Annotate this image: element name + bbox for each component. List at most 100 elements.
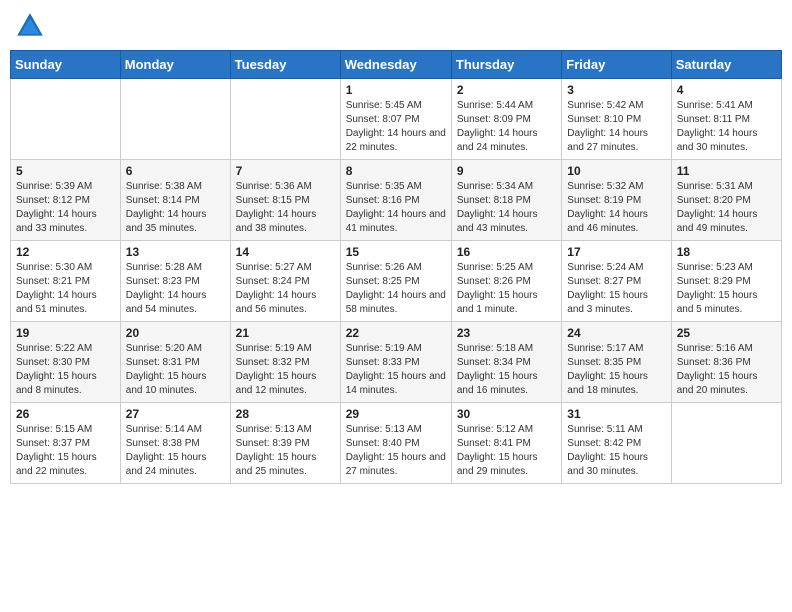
day-info: Sunrise: 5:44 AM Sunset: 8:09 PM Dayligh…: [457, 99, 556, 155]
day-number: 11: [677, 164, 776, 178]
day-header-tuesday: Tuesday: [230, 51, 340, 79]
calendar-table: SundayMondayTuesdayWednesdayThursdayFrid…: [10, 50, 782, 484]
calendar-cell: 26 Sunrise: 5:15 AM Sunset: 8:37 PM Dayli…: [11, 403, 121, 484]
calendar-cell: 3 Sunrise: 5:42 AM Sunset: 8:10 PM Daylig…: [562, 79, 671, 160]
day-info: Sunrise: 5:36 AM Sunset: 8:15 PM Dayligh…: [236, 180, 335, 236]
calendar-cell: 5 Sunrise: 5:39 AM Sunset: 8:12 PM Daylig…: [11, 160, 121, 241]
day-info: Sunrise: 5:28 AM Sunset: 8:23 PM Dayligh…: [126, 261, 225, 317]
day-number: 26: [16, 407, 115, 421]
day-info: Sunrise: 5:16 AM Sunset: 8:36 PM Dayligh…: [677, 342, 776, 398]
day-number: 17: [567, 245, 665, 259]
day-header-monday: Monday: [120, 51, 230, 79]
day-info: Sunrise: 5:19 AM Sunset: 8:33 PM Dayligh…: [346, 342, 446, 398]
day-info: Sunrise: 5:24 AM Sunset: 8:27 PM Dayligh…: [567, 261, 665, 317]
calendar-cell: 29 Sunrise: 5:13 AM Sunset: 8:40 PM Dayli…: [340, 403, 451, 484]
day-info: Sunrise: 5:32 AM Sunset: 8:19 PM Dayligh…: [567, 180, 665, 236]
day-info: Sunrise: 5:41 AM Sunset: 8:11 PM Dayligh…: [677, 99, 776, 155]
day-info: Sunrise: 5:19 AM Sunset: 8:32 PM Dayligh…: [236, 342, 335, 398]
calendar-header-row: SundayMondayTuesdayWednesdayThursdayFrid…: [11, 51, 782, 79]
calendar-cell: [11, 79, 121, 160]
calendar-cell: 17 Sunrise: 5:24 AM Sunset: 8:27 PM Dayli…: [562, 241, 671, 322]
calendar-cell: 9 Sunrise: 5:34 AM Sunset: 8:18 PM Daylig…: [451, 160, 561, 241]
day-info: Sunrise: 5:34 AM Sunset: 8:18 PM Dayligh…: [457, 180, 556, 236]
day-info: Sunrise: 5:30 AM Sunset: 8:21 PM Dayligh…: [16, 261, 115, 317]
day-number: 30: [457, 407, 556, 421]
calendar-week-row: 26 Sunrise: 5:15 AM Sunset: 8:37 PM Dayli…: [11, 403, 782, 484]
calendar-cell: 10Sunrise: 5:32 AM Sunset: 8:19 PM Dayli…: [562, 160, 671, 241]
day-number: 8: [346, 164, 446, 178]
day-number: 16: [457, 245, 556, 259]
day-header-friday: Friday: [562, 51, 671, 79]
day-info: Sunrise: 5:23 AM Sunset: 8:29 PM Dayligh…: [677, 261, 776, 317]
day-number: 20: [126, 326, 225, 340]
calendar-cell: 23 Sunrise: 5:18 AM Sunset: 8:34 PM Dayli…: [451, 322, 561, 403]
page-header: [10, 10, 782, 42]
day-number: 15: [346, 245, 446, 259]
calendar-cell: 25 Sunrise: 5:16 AM Sunset: 8:36 PM Dayli…: [671, 322, 781, 403]
day-info: Sunrise: 5:42 AM Sunset: 8:10 PM Dayligh…: [567, 99, 665, 155]
day-number: 18: [677, 245, 776, 259]
day-number: 23: [457, 326, 556, 340]
day-number: 14: [236, 245, 335, 259]
day-header-wednesday: Wednesday: [340, 51, 451, 79]
logo: [14, 10, 50, 42]
day-number: 22: [346, 326, 446, 340]
calendar-cell: 20 Sunrise: 5:20 AM Sunset: 8:31 PM Dayli…: [120, 322, 230, 403]
day-number: 4: [677, 83, 776, 97]
day-info: Sunrise: 5:14 AM Sunset: 8:38 PM Dayligh…: [126, 423, 225, 479]
calendar-cell: 18 Sunrise: 5:23 AM Sunset: 8:29 PM Dayli…: [671, 241, 781, 322]
day-number: 3: [567, 83, 665, 97]
day-number: 9: [457, 164, 556, 178]
day-info: Sunrise: 5:13 AM Sunset: 8:39 PM Dayligh…: [236, 423, 335, 479]
day-info: Sunrise: 5:26 AM Sunset: 8:25 PM Dayligh…: [346, 261, 446, 317]
day-number: 31: [567, 407, 665, 421]
day-header-sunday: Sunday: [11, 51, 121, 79]
calendar-week-row: 12Sunrise: 5:30 AM Sunset: 8:21 PM Dayli…: [11, 241, 782, 322]
calendar-cell: 11 Sunrise: 5:31 AM Sunset: 8:20 PM Dayli…: [671, 160, 781, 241]
calendar-cell: 14Sunrise: 5:27 AM Sunset: 8:24 PM Dayli…: [230, 241, 340, 322]
calendar-cell: 12Sunrise: 5:30 AM Sunset: 8:21 PM Dayli…: [11, 241, 121, 322]
calendar-cell: 28 Sunrise: 5:13 AM Sunset: 8:39 PM Dayli…: [230, 403, 340, 484]
day-info: Sunrise: 5:31 AM Sunset: 8:20 PM Dayligh…: [677, 180, 776, 236]
calendar-cell: 4 Sunrise: 5:41 AM Sunset: 8:11 PM Daylig…: [671, 79, 781, 160]
day-header-thursday: Thursday: [451, 51, 561, 79]
calendar-cell: [120, 79, 230, 160]
calendar-week-row: 19 Sunrise: 5:22 AM Sunset: 8:30 PM Dayli…: [11, 322, 782, 403]
day-info: Sunrise: 5:11 AM Sunset: 8:42 PM Dayligh…: [567, 423, 665, 479]
calendar-cell: 27 Sunrise: 5:14 AM Sunset: 8:38 PM Dayli…: [120, 403, 230, 484]
day-number: 24: [567, 326, 665, 340]
calendar-cell: 21 Sunrise: 5:19 AM Sunset: 8:32 PM Dayli…: [230, 322, 340, 403]
day-number: 25: [677, 326, 776, 340]
day-number: 29: [346, 407, 446, 421]
day-info: Sunrise: 5:25 AM Sunset: 8:26 PM Dayligh…: [457, 261, 556, 317]
day-number: 21: [236, 326, 335, 340]
day-info: Sunrise: 5:45 AM Sunset: 8:07 PM Dayligh…: [346, 99, 446, 155]
calendar-cell: 19 Sunrise: 5:22 AM Sunset: 8:30 PM Dayli…: [11, 322, 121, 403]
calendar-cell: 30Sunrise: 5:12 AM Sunset: 8:41 PM Dayli…: [451, 403, 561, 484]
calendar-week-row: 5 Sunrise: 5:39 AM Sunset: 8:12 PM Daylig…: [11, 160, 782, 241]
day-info: Sunrise: 5:38 AM Sunset: 8:14 PM Dayligh…: [126, 180, 225, 236]
day-number: 5: [16, 164, 115, 178]
day-number: 2: [457, 83, 556, 97]
calendar-cell: 7 Sunrise: 5:36 AM Sunset: 8:15 PM Daylig…: [230, 160, 340, 241]
day-number: 27: [126, 407, 225, 421]
calendar-cell: 13 Sunrise: 5:28 AM Sunset: 8:23 PM Dayli…: [120, 241, 230, 322]
day-number: 28: [236, 407, 335, 421]
day-number: 1: [346, 83, 446, 97]
day-info: Sunrise: 5:18 AM Sunset: 8:34 PM Dayligh…: [457, 342, 556, 398]
day-info: Sunrise: 5:13 AM Sunset: 8:40 PM Dayligh…: [346, 423, 446, 479]
day-number: 6: [126, 164, 225, 178]
calendar-cell: 31 Sunrise: 5:11 AM Sunset: 8:42 PM Dayli…: [562, 403, 671, 484]
day-info: Sunrise: 5:22 AM Sunset: 8:30 PM Dayligh…: [16, 342, 115, 398]
calendar-cell: 1 Sunrise: 5:45 AM Sunset: 8:07 PM Daylig…: [340, 79, 451, 160]
day-number: 19: [16, 326, 115, 340]
day-info: Sunrise: 5:20 AM Sunset: 8:31 PM Dayligh…: [126, 342, 225, 398]
calendar-cell: 16 Sunrise: 5:25 AM Sunset: 8:26 PM Dayli…: [451, 241, 561, 322]
calendar-cell: [230, 79, 340, 160]
calendar-cell: 15 Sunrise: 5:26 AM Sunset: 8:25 PM Dayli…: [340, 241, 451, 322]
day-header-saturday: Saturday: [671, 51, 781, 79]
day-info: Sunrise: 5:15 AM Sunset: 8:37 PM Dayligh…: [16, 423, 115, 479]
day-number: 13: [126, 245, 225, 259]
day-number: 7: [236, 164, 335, 178]
day-info: Sunrise: 5:39 AM Sunset: 8:12 PM Dayligh…: [16, 180, 115, 236]
